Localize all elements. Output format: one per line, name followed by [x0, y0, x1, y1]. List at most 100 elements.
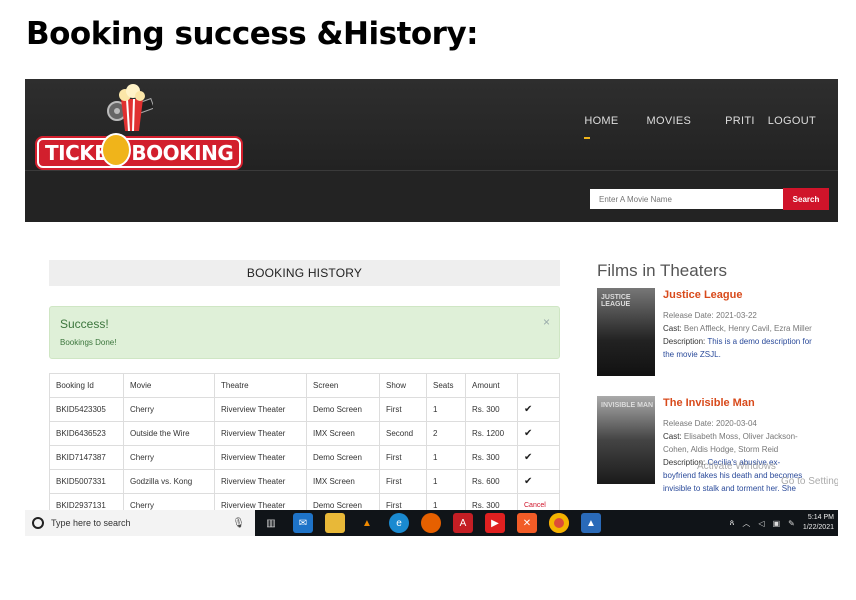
pdf-icon[interactable]: A [453, 513, 473, 533]
col-theatre: Theatre [214, 373, 307, 398]
poster-label: JUSTICE LEAGUE [601, 294, 631, 308]
xampp-icon[interactable]: ✕ [517, 513, 537, 533]
taskbar-search-placeholder: Type here to search [51, 518, 131, 528]
logo-text-right: BOOKING [131, 141, 234, 165]
booking-history-heading: BOOKING HISTORY [49, 260, 560, 286]
pen-icon[interactable]: ✎ [788, 519, 795, 528]
close-icon[interactable]: × [543, 315, 550, 329]
success-alert: Success! Bookings Done! × [49, 306, 560, 359]
nav-user[interactable]: PRITI [725, 115, 755, 127]
cortana-icon [32, 517, 44, 529]
nav-home[interactable]: HOME [584, 115, 618, 139]
file-explorer-icon[interactable] [325, 513, 345, 533]
cell-show: First [379, 469, 427, 494]
cell-booking-id: BKID6436523 [49, 421, 124, 446]
youtube-icon[interactable]: ▶ [485, 513, 505, 533]
col-booking-id: Booking Id [49, 373, 124, 398]
booking-table: Booking Id Movie Theatre Screen Show Sea… [49, 373, 560, 518]
search-button[interactable]: Search [783, 188, 829, 210]
cell-show: Second [379, 421, 427, 446]
cell-show: First [379, 445, 427, 470]
cell-amount: Rs. 300 [465, 445, 518, 470]
cell-booking-id: BKID5423305 [49, 397, 124, 422]
cast-label: Cast: [663, 324, 682, 333]
table-row: BKID7147387 Cherry Riverview Theater Dem… [49, 445, 560, 470]
nav-logout[interactable]: LOGOUT [768, 115, 816, 127]
microphone-icon[interactable]: 🎙 [232, 518, 245, 529]
ticket-badge-icon [101, 133, 131, 167]
table-row: BKID6436523 Outside the Wire Riverview T… [49, 421, 560, 446]
cell-theatre: Riverview Theater [214, 397, 307, 422]
mail-icon[interactable]: ✉ [293, 513, 313, 533]
edge-icon[interactable]: e [389, 513, 409, 533]
alert-title: Success! [60, 317, 109, 331]
photos-icon[interactable]: ▲ [581, 513, 601, 533]
taskbar-apps: ▥ ✉ ▲ e A ▶ ✕ ▲ [261, 513, 601, 533]
poster-label: INVISIBLE MAN [601, 402, 654, 409]
table-row: BKID5423305 Cherry Riverview Theater Dem… [49, 397, 560, 422]
activate-windows-watermark: Activate Windows [697, 461, 776, 472]
logo-text-left: TICKE [45, 141, 108, 165]
clock-time: 5:14 PM [807, 514, 834, 521]
col-action [517, 373, 560, 398]
cast-list: Elisabeth Moss, Oliver Jackson-Cohen, Al… [663, 432, 798, 454]
taskbar-search[interactable]: Type here to search 🎙 [25, 510, 255, 536]
cell-theatre: Riverview Theater [214, 421, 307, 446]
release-date: 2020-03-04 [715, 419, 757, 428]
popcorn-icon [107, 84, 153, 132]
alert-message: Bookings Done! [60, 338, 117, 347]
site-logo[interactable]: TICKE BOOKING [37, 81, 242, 171]
chrome-icon[interactable] [549, 513, 569, 533]
task-view-icon[interactable]: ▥ [261, 513, 281, 533]
col-seats: Seats [426, 373, 466, 398]
cell-movie: Cherry [123, 397, 215, 422]
chevron-up-icon[interactable]: ︿ [742, 518, 750, 529]
cell-movie: Outside the Wire [123, 421, 215, 446]
cast-label: Cast: [663, 432, 682, 441]
film-title-link[interactable]: The Invisible Man [663, 397, 755, 409]
cell-seats: 1 [426, 397, 466, 422]
cell-booking-id: BKID7147387 [49, 445, 124, 470]
film-poster[interactable]: INVISIBLE MAN [597, 396, 655, 484]
desc-label: Description: [663, 337, 706, 346]
system-tray: ጰ ︿ ◁ ▣ ✎ 5:14 PM 1/22/2021 [730, 510, 834, 536]
vlc-icon[interactable]: ▲ [357, 513, 377, 533]
col-screen: Screen [306, 373, 380, 398]
network-icon[interactable]: ▣ [773, 519, 781, 528]
main-nav: HOME MOVIES PRITI LOGOUT [556, 115, 816, 139]
cell-screen: Demo Screen [306, 397, 380, 422]
nav-movies[interactable]: MOVIES [647, 115, 692, 127]
cell-show: First [379, 397, 427, 422]
cell-seats: 1 [426, 469, 466, 494]
release-label: Release Date: [663, 419, 714, 428]
film-poster[interactable]: JUSTICE LEAGUE [597, 288, 655, 376]
cast-list: Ben Affleck, Henry Cavil, Ezra Miller [683, 324, 812, 333]
col-movie: Movie [123, 373, 215, 398]
logo-wordmark: TICKE BOOKING [37, 138, 242, 168]
table-header-row: Booking Id Movie Theatre Screen Show Sea… [49, 373, 560, 398]
firefox-icon[interactable] [421, 513, 441, 533]
clock[interactable]: 5:14 PM 1/22/2021 [803, 513, 834, 533]
cell-seats: 1 [426, 445, 466, 470]
activate-windows-hint: Go to Settings to activate Windows. [781, 476, 838, 487]
cell-screen: IMX Screen [306, 421, 380, 446]
search-input[interactable] [590, 189, 783, 209]
table-row: BKID5007331 Godzilla vs. Kong Riverview … [49, 469, 560, 494]
check-icon: ✔ [517, 397, 560, 422]
cell-screen: Demo Screen [306, 445, 380, 470]
slide-title: Booking success &History: [26, 16, 479, 52]
browser-screenshot: TICKE BOOKING HOME MOVIES PRITI LOGOUT S… [25, 79, 838, 536]
check-icon: ✔ [517, 445, 560, 470]
cell-theatre: Riverview Theater [214, 469, 307, 494]
cell-booking-id: BKID5007331 [49, 469, 124, 494]
volume-icon[interactable]: ◁ [758, 519, 764, 528]
clock-date: 1/22/2021 [802, 524, 834, 531]
cell-amount: Rs. 600 [465, 469, 518, 494]
film-title-link[interactable]: Justice League [663, 289, 742, 301]
check-icon: ✔ [517, 469, 560, 494]
people-icon[interactable]: ጰ [730, 518, 735, 528]
cell-amount: Rs. 300 [465, 397, 518, 422]
cell-amount: Rs. 1200 [465, 421, 518, 446]
cell-seats: 2 [426, 421, 466, 446]
cell-movie: Cherry [123, 445, 215, 470]
